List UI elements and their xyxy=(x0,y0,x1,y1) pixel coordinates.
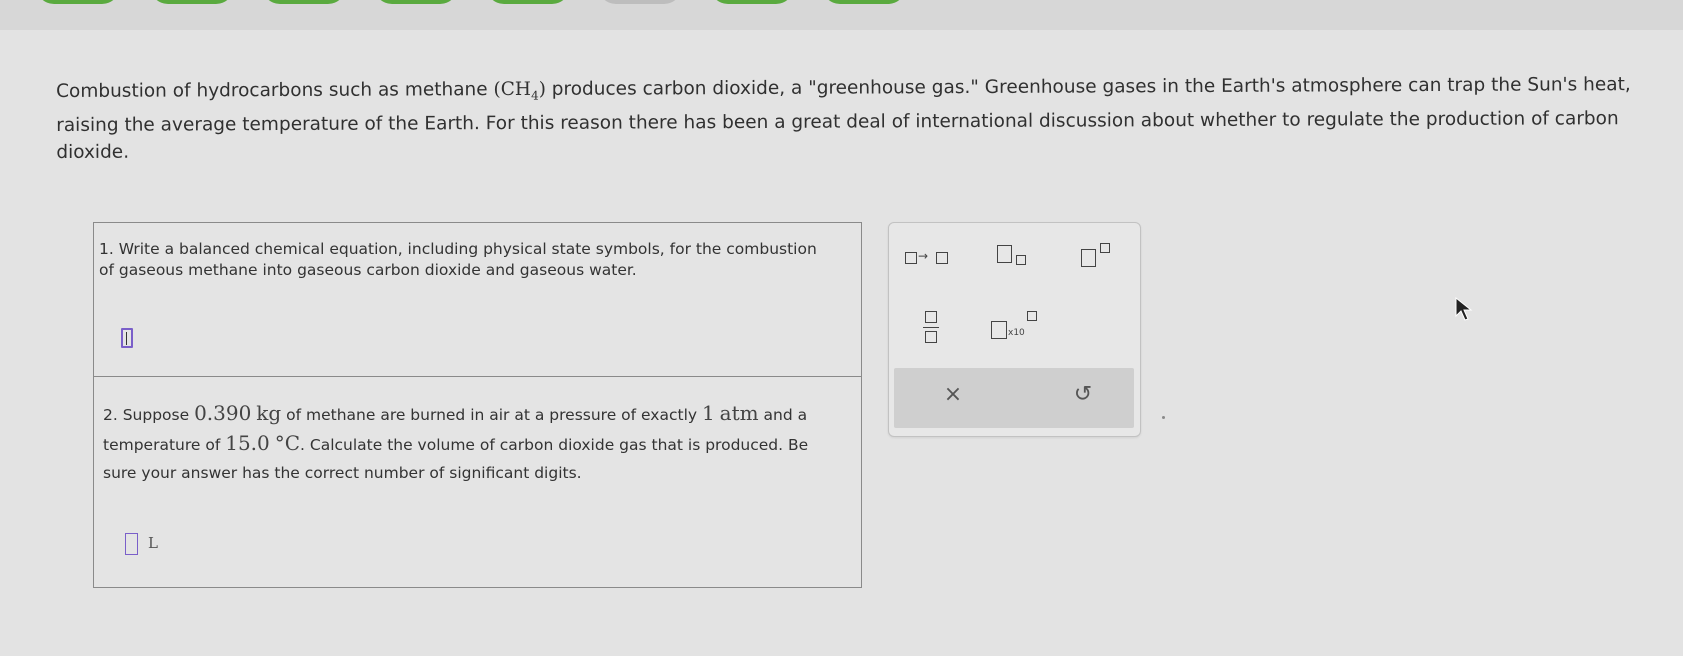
superscript-icon[interactable] xyxy=(1081,243,1121,271)
pressure-unit: atm xyxy=(719,401,759,425)
undo-icon[interactable]: ↺ xyxy=(1068,382,1098,407)
subscript-small-box xyxy=(1016,255,1026,265)
arrow-right-box xyxy=(936,252,948,264)
math-palette: → x10 × ↺ xyxy=(888,222,1141,437)
browser-top-strip xyxy=(0,0,1683,34)
fraction-icon[interactable] xyxy=(923,311,943,349)
x10-label: x10 xyxy=(1008,328,1025,338)
question-divider xyxy=(94,376,861,377)
top-nav-button[interactable] xyxy=(822,0,906,4)
fraction-denominator-box xyxy=(925,331,937,343)
arrow-left-box xyxy=(905,252,917,264)
stray-mark xyxy=(1162,416,1165,419)
intro-text: Combustion of hydrocarbons such as metha… xyxy=(56,79,494,102)
formula-subscript: 4 xyxy=(531,88,539,103)
volume-unit-label: L xyxy=(148,534,158,552)
arrow-glyph: → xyxy=(918,249,929,263)
fraction-numerator-box xyxy=(925,311,937,323)
q2-text-part: of methane are burned in air at a pressu… xyxy=(281,406,702,424)
top-nav-button[interactable] xyxy=(598,0,682,4)
mass-unit: kg xyxy=(256,401,282,425)
top-nav-button[interactable] xyxy=(262,0,346,4)
sci-base-box xyxy=(991,321,1007,339)
subscript-icon[interactable] xyxy=(997,245,1037,271)
intro-paragraph: Combustion of hydrocarbons such as metha… xyxy=(56,71,1631,166)
reaction-arrow-icon[interactable]: → xyxy=(905,247,959,271)
mass-value: 0.390 xyxy=(194,401,252,425)
sci-exponent-box xyxy=(1027,311,1037,321)
top-nav-button[interactable] xyxy=(374,0,458,4)
fraction-line xyxy=(923,327,939,328)
subscript-base-box xyxy=(997,245,1012,263)
question-2-text: 2. Suppose 0.390 kg of methane are burne… xyxy=(103,399,843,487)
superscript-small-box xyxy=(1100,243,1110,253)
temperature-value: 15.0 xyxy=(225,431,270,455)
q2-text-part: 2. Suppose xyxy=(103,406,195,424)
question-1-text: 1. Write a balanced chemical equation, i… xyxy=(99,240,817,279)
top-nav-button[interactable] xyxy=(150,0,234,4)
clear-icon[interactable]: × xyxy=(938,382,968,407)
methane-formula: (CH4) xyxy=(493,78,546,103)
pressure-value: 1 xyxy=(701,401,715,425)
questions-box: 1. Write a balanced chemical equation, i… xyxy=(93,222,862,588)
superscript-base-box xyxy=(1081,249,1096,267)
top-nav-button[interactable] xyxy=(486,0,570,4)
top-nav-button[interactable] xyxy=(36,0,120,4)
mouse-pointer-icon xyxy=(1454,296,1478,328)
top-nav-button[interactable] xyxy=(710,0,794,4)
scientific-notation-icon[interactable]: x10 xyxy=(991,311,1043,345)
formula-close: ) xyxy=(538,78,546,100)
formula-open: (CH xyxy=(493,78,532,101)
volume-answer-field[interactable] xyxy=(125,533,138,555)
temperature-unit: °C xyxy=(274,431,301,455)
equation-answer-field[interactable] xyxy=(121,328,133,348)
palette-footer: × ↺ xyxy=(894,368,1134,428)
